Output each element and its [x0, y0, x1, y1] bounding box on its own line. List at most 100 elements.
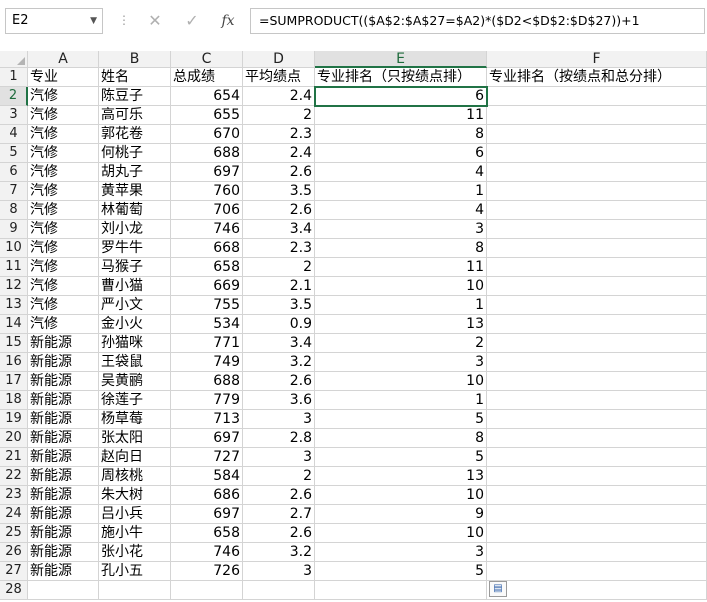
cell[interactable]: 746: [171, 220, 243, 239]
cell[interactable]: 749: [171, 353, 243, 372]
cell[interactable]: [487, 87, 707, 106]
cell[interactable]: 孔小五: [99, 562, 171, 581]
cell[interactable]: 专业排名（只按绩点排）: [315, 68, 487, 87]
cell[interactable]: 2.8: [243, 429, 315, 448]
cell[interactable]: 朱大树: [99, 486, 171, 505]
row-header[interactable]: 28: [0, 581, 28, 600]
row-header[interactable]: 14: [0, 315, 28, 334]
cell[interactable]: 汽修: [28, 315, 99, 334]
row-header[interactable]: 4: [0, 125, 28, 144]
row-header[interactable]: 22: [0, 467, 28, 486]
cell[interactable]: 2: [315, 334, 487, 353]
cell[interactable]: 新能源: [28, 505, 99, 524]
cell[interactable]: 726: [171, 562, 243, 581]
cell[interactable]: 吕小兵: [99, 505, 171, 524]
cell[interactable]: 13: [315, 315, 487, 334]
cell[interactable]: 汽修: [28, 182, 99, 201]
column-header-f[interactable]: F: [487, 51, 707, 68]
formula-input[interactable]: =SUMPRODUCT(($A$2:$A$27=$A2)*($D2<$D$2:$…: [250, 8, 705, 34]
cell[interactable]: 刘小龙: [99, 220, 171, 239]
cell[interactable]: 11: [315, 258, 487, 277]
row-header[interactable]: 3: [0, 106, 28, 125]
cell[interactable]: 胡丸子: [99, 163, 171, 182]
row-header[interactable]: 6: [0, 163, 28, 182]
cell[interactable]: 新能源: [28, 467, 99, 486]
cell[interactable]: 3.5: [243, 296, 315, 315]
cell[interactable]: 668: [171, 239, 243, 258]
cell[interactable]: 杨草莓: [99, 410, 171, 429]
cell[interactable]: 10: [315, 277, 487, 296]
cell[interactable]: [487, 410, 707, 429]
cell[interactable]: 686: [171, 486, 243, 505]
cell[interactable]: 3.4: [243, 220, 315, 239]
row-header[interactable]: 17: [0, 372, 28, 391]
cell[interactable]: 779: [171, 391, 243, 410]
cell[interactable]: [487, 106, 707, 125]
check-icon[interactable]: ✓: [181, 10, 203, 32]
cell[interactable]: 5: [315, 410, 487, 429]
cell[interactable]: 施小牛: [99, 524, 171, 543]
cell[interactable]: 新能源: [28, 448, 99, 467]
cell[interactable]: [487, 581, 707, 600]
cell[interactable]: 13: [315, 467, 487, 486]
cell[interactable]: 760: [171, 182, 243, 201]
row-header[interactable]: 13: [0, 296, 28, 315]
cell[interactable]: 汽修: [28, 163, 99, 182]
cell[interactable]: [487, 543, 707, 562]
cell[interactable]: 670: [171, 125, 243, 144]
cell[interactable]: 曹小猫: [99, 277, 171, 296]
cell[interactable]: [487, 372, 707, 391]
cell[interactable]: 2.1: [243, 277, 315, 296]
cell[interactable]: 4: [315, 201, 487, 220]
cell[interactable]: 高可乐: [99, 106, 171, 125]
row-header[interactable]: 27: [0, 562, 28, 581]
row-header[interactable]: 15: [0, 334, 28, 353]
cell[interactable]: 3.5: [243, 182, 315, 201]
cell[interactable]: 汽修: [28, 239, 99, 258]
cell[interactable]: 2.6: [243, 201, 315, 220]
cell[interactable]: 8: [315, 239, 487, 258]
cell[interactable]: 姓名: [99, 68, 171, 87]
cell[interactable]: 陈豆子: [99, 87, 171, 106]
cell[interactable]: [487, 258, 707, 277]
cell[interactable]: 755: [171, 296, 243, 315]
cell[interactable]: 新能源: [28, 334, 99, 353]
cell[interactable]: [99, 581, 171, 600]
cell[interactable]: 713: [171, 410, 243, 429]
row-header[interactable]: 23: [0, 486, 28, 505]
cell[interactable]: 2: [243, 467, 315, 486]
cell[interactable]: 罗牛牛: [99, 239, 171, 258]
cell[interactable]: 1: [315, 296, 487, 315]
cell[interactable]: 6: [315, 144, 487, 163]
cell[interactable]: 吴黄鹂: [99, 372, 171, 391]
cell[interactable]: 658: [171, 524, 243, 543]
cell[interactable]: 1: [315, 391, 487, 410]
row-header[interactable]: 2: [0, 87, 28, 106]
column-header-c[interactable]: C: [171, 51, 243, 68]
cell[interactable]: 654: [171, 87, 243, 106]
cell[interactable]: 771: [171, 334, 243, 353]
cell[interactable]: 汽修: [28, 277, 99, 296]
cell[interactable]: [487, 467, 707, 486]
cell[interactable]: 汽修: [28, 144, 99, 163]
cell[interactable]: 3: [315, 353, 487, 372]
cell[interactable]: 2.3: [243, 239, 315, 258]
cell[interactable]: [487, 562, 707, 581]
cell[interactable]: 688: [171, 144, 243, 163]
row-header[interactable]: 10: [0, 239, 28, 258]
cell[interactable]: 专业排名（按绩点和总分排）: [487, 68, 707, 87]
cell[interactable]: [487, 277, 707, 296]
cell[interactable]: 3: [243, 562, 315, 581]
cancel-icon[interactable]: ✕: [144, 10, 166, 32]
paste-options-icon[interactable]: ▤: [489, 581, 507, 597]
cell[interactable]: 3: [315, 220, 487, 239]
cell[interactable]: 3.4: [243, 334, 315, 353]
column-header-e[interactable]: E: [315, 51, 487, 68]
cell[interactable]: 4: [315, 163, 487, 182]
cell[interactable]: 汽修: [28, 106, 99, 125]
cell[interactable]: 2.6: [243, 372, 315, 391]
cell[interactable]: 新能源: [28, 543, 99, 562]
cell[interactable]: 汽修: [28, 87, 99, 106]
row-header[interactable]: 11: [0, 258, 28, 277]
cell[interactable]: 金小火: [99, 315, 171, 334]
